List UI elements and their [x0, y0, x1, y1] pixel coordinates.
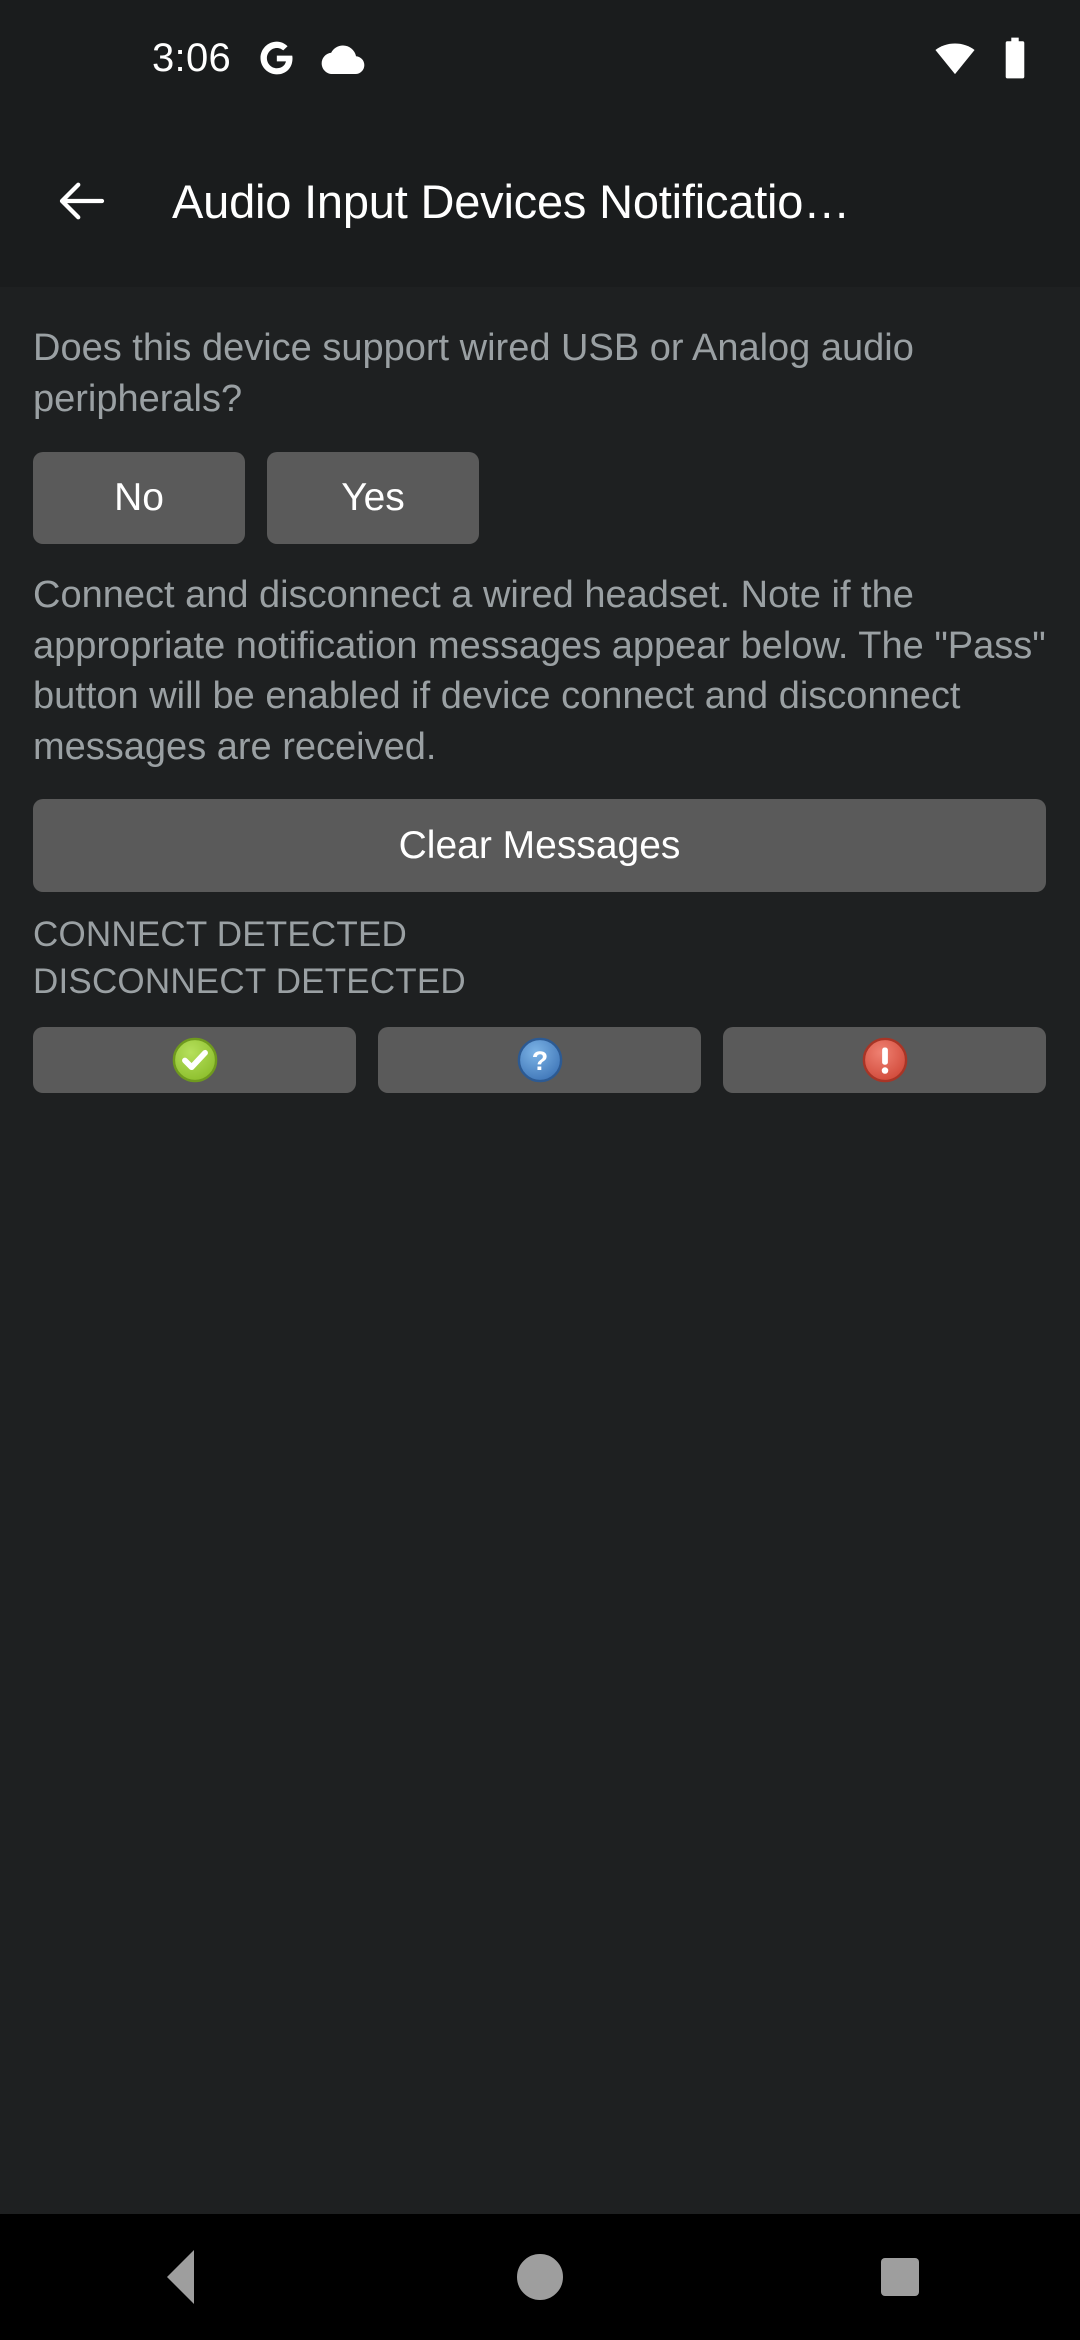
home-circle-icon	[517, 2254, 563, 2300]
status-bar-right	[934, 0, 1028, 115]
recents-square-icon	[881, 2258, 919, 2296]
status-message-list: CONNECT DETECTED DISCONNECT DETECTED	[33, 912, 1047, 1005]
nav-home-button[interactable]	[460, 2214, 620, 2340]
support-question-text: Does this device support wired USB or An…	[33, 327, 914, 420]
nav-back-button[interactable]	[100, 2214, 260, 2340]
answer-button-row: No Yes	[33, 452, 1047, 545]
disconnect-detected-status: DISCONNECT DETECTED	[33, 961, 466, 1001]
pass-button[interactable]	[33, 1027, 356, 1094]
info-question-icon: ?	[517, 1038, 562, 1083]
instruction-text: Connect and disconnect a wired headset. …	[33, 574, 1046, 768]
status-bar-clock: 3:06	[152, 35, 232, 80]
page-title: Audio Input Devices Notificatio…	[172, 174, 851, 228]
answer-no-button[interactable]: No	[33, 452, 245, 545]
navigation-bar	[0, 2214, 1080, 2340]
info-button[interactable]: ?	[378, 1027, 701, 1094]
status-bar-left: 3:06	[152, 0, 365, 115]
main-content: Does this device support wired USB or An…	[0, 287, 1080, 2214]
back-arrow-icon	[59, 182, 105, 220]
fail-button[interactable]	[723, 1027, 1046, 1094]
svg-text:?: ?	[531, 1046, 547, 1076]
status-bar: 3:06	[0, 0, 1080, 115]
back-button[interactable]	[44, 163, 120, 239]
battery-full-icon	[1002, 37, 1028, 79]
verdict-button-row: ?	[33, 1027, 1047, 1094]
pass-check-icon	[172, 1038, 217, 1083]
fail-exclamation-icon	[862, 1038, 907, 1083]
app-bar: Audio Input Devices Notificatio…	[0, 115, 1080, 287]
cloud-icon	[321, 38, 365, 78]
google-g-icon	[256, 38, 296, 78]
answer-yes-button[interactable]: Yes	[267, 452, 479, 545]
back-triangle-icon	[166, 2250, 194, 2304]
phone-screen: 3:06 Audio Input Devices Notificatio… Do…	[0, 0, 1080, 2340]
nav-recents-button[interactable]	[820, 2214, 980, 2340]
connect-detected-status: CONNECT DETECTED	[33, 915, 407, 955]
wifi-icon	[934, 37, 976, 79]
clear-messages-button[interactable]: Clear Messages	[33, 799, 1046, 893]
